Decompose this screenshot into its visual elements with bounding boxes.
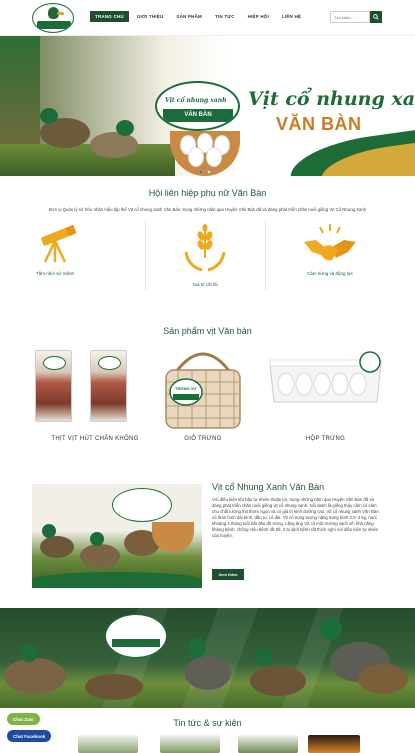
feature-inspiration[interactable]: Cảm hứng và động lực <box>280 216 380 296</box>
chat-facebook-button[interactable]: Chat Facebook <box>7 730 52 742</box>
duck-image <box>185 656 231 690</box>
duck-image <box>40 536 74 558</box>
duck-image <box>320 618 342 640</box>
duck-image <box>250 666 306 696</box>
feature-vision[interactable]: Tầm nhìn sứ mệnh <box>5 216 105 296</box>
duck-image <box>80 544 120 568</box>
hero-logo-title: Vịt cổ nhung xanh <box>165 97 227 104</box>
product-image <box>35 350 72 422</box>
news-thumbnail[interactable] <box>308 735 360 753</box>
hero-logo-band: VĂN BÀN <box>163 109 233 122</box>
search-button[interactable] <box>370 11 382 23</box>
product-image <box>90 350 127 422</box>
read-more-button[interactable]: Xem thêm <box>212 569 244 580</box>
product-caption[interactable]: THỊT VỊT HÚT CHÂN KHÔNG <box>40 436 150 442</box>
duck-image <box>358 664 408 694</box>
duck-image <box>20 644 38 662</box>
divider <box>265 220 266 290</box>
logo-band <box>37 21 71 29</box>
handshake-icon <box>304 224 356 261</box>
nav-about[interactable]: Giới thiệu <box>132 11 169 22</box>
product-vacuum-meat[interactable] <box>35 342 145 430</box>
divider <box>145 220 146 290</box>
product-caption[interactable]: GIỎ TRỨNG <box>158 436 248 442</box>
product-caption[interactable]: HỘP TRỨNG <box>268 436 383 442</box>
hero-banner[interactable]: Vịt cổ nhung xanh VĂN BÀN Vịt cổ nhung x… <box>0 36 415 176</box>
search-box <box>330 11 382 23</box>
site-logo[interactable] <box>32 3 74 33</box>
hero-logo: Vịt cổ nhung xanh VĂN BÀN <box>155 81 240 131</box>
feature-label: Cảm hứng và động lực <box>306 271 354 276</box>
about-logo <box>112 488 172 522</box>
nav-home[interactable]: Trang chủ <box>90 11 129 22</box>
news-thumbnail[interactable] <box>78 735 138 753</box>
feature-values[interactable]: Giá trị cốt lõi <box>155 216 255 296</box>
about-swoosh <box>32 572 202 588</box>
product-egg-basket[interactable]: TRỨNG VỊT <box>158 342 248 430</box>
duck-image <box>85 674 143 700</box>
duck-image <box>40 108 58 124</box>
chat-zalo-button[interactable]: Chat Zalo <box>7 713 40 725</box>
news-thumbnail[interactable] <box>238 735 298 753</box>
slider-dots <box>199 170 211 174</box>
association-description: Đơn vị Quản lý sở hữu nhãn hiệu tập thể … <box>48 207 367 212</box>
hero-title: Vịt cổ nhung xan <box>248 88 415 110</box>
site-header: Trang chủ Giới thiệu Sản phẩm Tin tức Hi… <box>0 0 415 36</box>
basket-label: TRỨNG VỊT <box>175 386 197 391</box>
meat-label <box>98 356 121 370</box>
logo-duck-bill <box>57 12 64 15</box>
wheat-hands-icon <box>184 224 226 272</box>
about-title: Vịt cổ Nhung Xanh Văn Bàn <box>212 482 325 492</box>
duck-image <box>90 532 104 546</box>
basket-image <box>165 352 241 429</box>
hero-subtitle: VĂN BÀN <box>276 114 362 134</box>
search-input[interactable] <box>330 11 370 23</box>
about-image <box>32 484 202 588</box>
news-title: Tin tức & sự kiện <box>173 718 242 728</box>
main-nav: Trang chủ Giới thiệu Sản phẩm Tin tức Hi… <box>90 11 306 22</box>
nav-news[interactable]: Tin tức <box>210 11 240 22</box>
meat-label <box>43 356 66 370</box>
about-text: Với điều kiện khí hậu tự nhiên thuận lợi… <box>212 497 379 538</box>
nav-contact[interactable]: Liên hệ <box>277 11 306 22</box>
telescope-icon <box>41 225 77 263</box>
products-title: Sản phẩm vịt Văn bàn <box>163 326 252 336</box>
nav-products[interactable]: Sản phẩm <box>171 11 207 22</box>
news-thumbnail[interactable] <box>160 735 220 753</box>
egg-image <box>188 147 204 167</box>
feature-label: Tầm nhìn sứ mệnh <box>35 271 75 276</box>
feature-label: Giá trị cốt lõi <box>192 282 218 287</box>
duck-image <box>4 658 66 694</box>
duck-banner <box>0 608 415 708</box>
duck-image <box>42 524 56 538</box>
search-icon <box>373 14 379 20</box>
duck-image <box>255 648 273 666</box>
banner-logo <box>105 614 167 658</box>
duck-image <box>116 120 134 136</box>
slider-dot[interactable] <box>199 170 203 174</box>
association-title: Hội liên hiệp phụ nữ Văn Bàn <box>148 188 267 198</box>
banner-logo-band <box>112 639 160 647</box>
slider-dot[interactable] <box>207 170 211 174</box>
egg-image <box>206 147 222 167</box>
duck-image <box>188 638 206 658</box>
nav-association[interactable]: Hiệp hội <box>243 11 274 22</box>
hero-grass <box>0 144 175 176</box>
egg-box-image <box>269 351 382 403</box>
product-egg-box[interactable] <box>268 342 383 430</box>
duck-image <box>90 132 138 158</box>
